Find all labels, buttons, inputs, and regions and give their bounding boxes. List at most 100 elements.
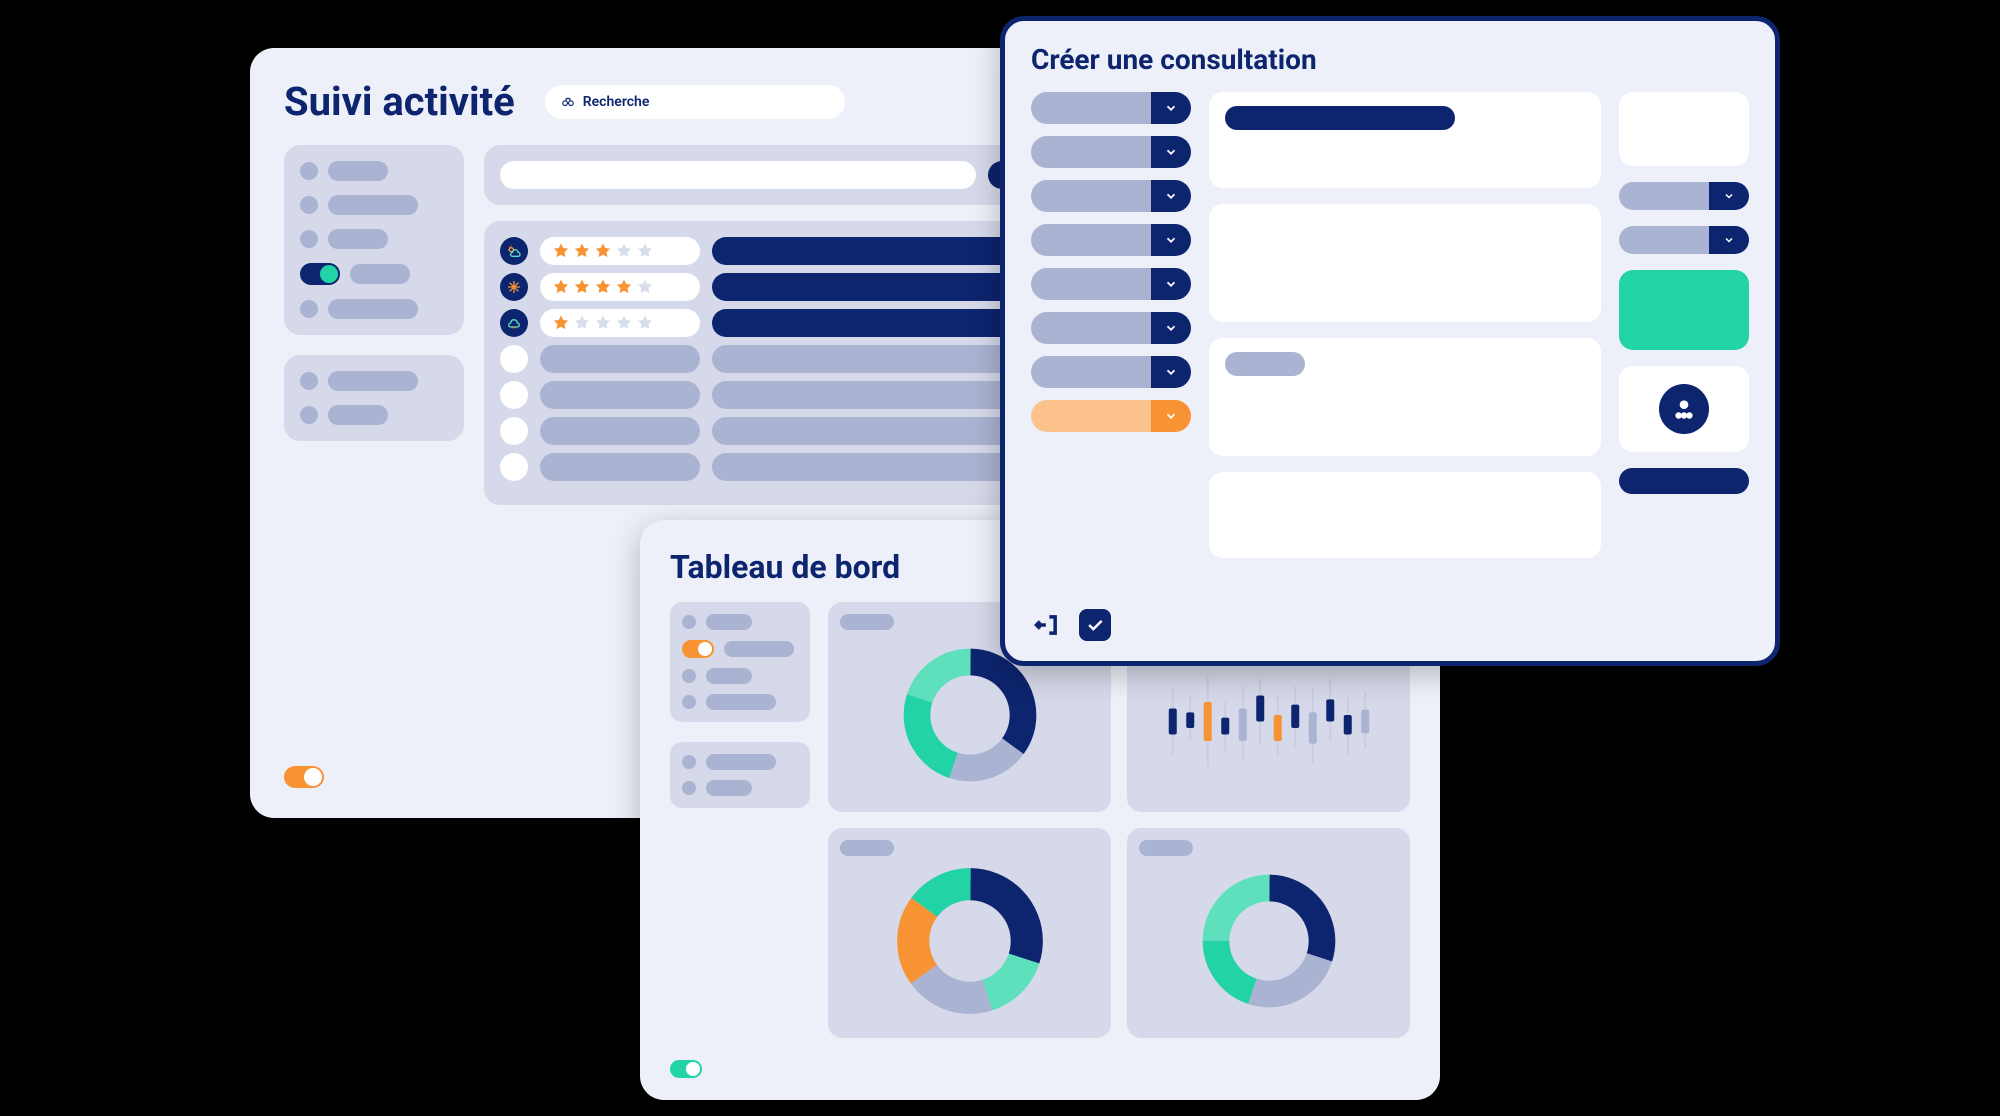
sidebar-item[interactable] [300,229,448,249]
item-label [724,641,794,657]
item-label [706,668,752,684]
dropdown-select[interactable] [1031,92,1191,124]
empty-rating [540,417,700,445]
chart-tile-4[interactable] [1127,828,1410,1038]
dropdown-select[interactable] [1031,268,1191,300]
dot-icon [300,162,318,180]
donut-chart-icon [1199,871,1339,1011]
consultation-dropdowns [1031,92,1191,558]
toggle-switch[interactable] [682,640,714,658]
rain-cloud-icon [500,309,528,337]
confirm-button[interactable] [1079,609,1111,641]
sidebar-item[interactable] [682,668,798,684]
sidebar-item[interactable] [682,780,798,796]
empty-rating [540,345,700,373]
dot-icon [300,406,318,424]
dropdown-select[interactable] [1031,224,1191,256]
sidebar-item[interactable] [682,754,798,770]
sidebar-group-1 [284,145,464,335]
dropdown-select[interactable] [1031,312,1191,344]
dashboard-sidebar [670,602,810,1038]
create-consultation-panel: Créer une consultation [1000,16,1780,666]
star-rating [540,309,700,337]
sidebar-item[interactable] [300,371,448,391]
dot-icon [300,196,318,214]
card-title-bar [1225,106,1455,130]
item-label [706,780,752,796]
user-avatar-icon [1659,384,1709,434]
chevron-down-icon [1723,190,1735,202]
item-label [328,405,388,425]
sidebar-group-1 [670,602,810,722]
dropdown-select[interactable] [1619,182,1749,210]
empty-dot-icon [500,417,528,445]
dashboard-footer-toggle[interactable] [670,1060,702,1078]
binoculars-icon [561,95,575,109]
secondary-button[interactable] [1619,468,1749,494]
text-card-1[interactable] [1209,92,1601,188]
activity-sidebar [284,145,464,505]
text-card-2[interactable] [1209,204,1601,322]
sidebar-item[interactable] [300,405,448,425]
dropdown-select[interactable] [1031,356,1191,388]
activity-footer-toggle[interactable] [284,766,324,788]
item-label [350,264,410,284]
tile-label [840,614,894,630]
sun-cloud-icon [500,237,528,265]
item-label [328,299,418,319]
dot-icon [300,230,318,248]
sidebar-item-active[interactable] [300,263,448,285]
search-input[interactable]: Recherche [545,85,845,119]
small-card[interactable] [1619,92,1749,166]
star-rating [540,273,700,301]
tile-label [1139,840,1193,856]
tile-label [840,840,894,856]
chevron-down-icon [1723,234,1735,246]
primary-action-button[interactable] [1619,270,1749,350]
check-icon [1085,615,1105,635]
card-tag [1225,352,1305,376]
sidebar-item[interactable] [300,299,448,319]
dropdown-select[interactable] [1619,226,1749,254]
sidebar-item[interactable] [682,614,798,630]
sidebar-group-2 [670,742,810,808]
item-label [328,195,418,215]
text-card-3[interactable] [1209,338,1601,456]
donut-chart-icon [900,645,1040,785]
empty-dot-icon [500,453,528,481]
toggle-switch[interactable] [300,263,340,285]
snowflake-icon [500,273,528,301]
dropdown-select[interactable] [1031,180,1191,212]
chevron-down-icon [1164,365,1178,379]
text-card-4[interactable] [1209,472,1601,558]
sidebar-item[interactable] [682,694,798,710]
chevron-down-icon [1164,233,1178,247]
sidebar-item[interactable] [300,195,448,215]
sidebar-item-active[interactable] [682,640,798,658]
dot-icon [682,781,696,795]
sidebar-item[interactable] [300,161,448,181]
consultation-main [1209,92,1601,558]
item-label [706,754,776,770]
consultation-title: Créer une consultation [1031,43,1749,76]
filter-input[interactable] [500,161,976,189]
item-label [328,229,388,249]
dropdown-select[interactable] [1031,136,1191,168]
chart-grid [828,602,1410,1038]
consultation-right [1619,92,1749,558]
chevron-down-icon [1164,321,1178,335]
chevron-down-icon [1164,189,1178,203]
empty-rating [540,381,700,409]
search-placeholder: Recherche [583,94,650,110]
exit-icon [1033,611,1061,639]
star-rating [540,237,700,265]
dropdown-select-highlighted[interactable] [1031,400,1191,432]
empty-dot-icon [500,381,528,409]
dot-icon [682,615,696,629]
item-label [706,614,752,630]
user-card[interactable] [1619,366,1749,452]
chart-tile-3[interactable] [828,828,1111,1038]
item-label [328,161,388,181]
back-button[interactable] [1031,609,1063,641]
activity-title: Suivi activité [284,78,515,125]
